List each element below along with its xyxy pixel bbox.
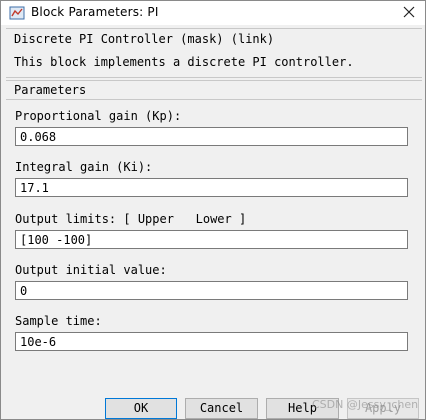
ki-label: Integral gain (Ki):	[15, 160, 153, 174]
close-icon	[403, 6, 415, 21]
ki-input[interactable]	[15, 178, 408, 197]
block-description: This block implements a discrete PI cont…	[14, 55, 354, 69]
initial-value-label: Output initial value:	[15, 263, 167, 277]
parameters-group: Parameters Proportional gain (Kp): Integ…	[6, 80, 422, 361]
parameters-title: Parameters	[14, 83, 87, 97]
title-bar[interactable]: Block Parameters: PI	[1, 1, 425, 25]
ok-button[interactable]: OK	[105, 398, 177, 419]
initial-value-input[interactable]	[15, 281, 408, 300]
kp-input[interactable]	[15, 127, 408, 146]
simulink-block-icon	[9, 5, 25, 21]
output-limits-input[interactable]	[15, 230, 408, 249]
cancel-button[interactable]: Cancel	[185, 398, 258, 419]
window-title: Block Parameters: PI	[31, 5, 159, 19]
kp-label: Proportional gain (Kp):	[15, 109, 182, 123]
csdn-watermark: CSDN @Jessy_chen	[312, 398, 419, 411]
sample-time-label: Sample time:	[15, 314, 102, 328]
sample-time-input[interactable]	[15, 332, 408, 351]
mask-type-title: Discrete PI Controller (mask) (link)	[14, 32, 275, 46]
close-button[interactable]	[393, 1, 425, 25]
block-parameters-dialog: Block Parameters: PI Discrete PI Control…	[0, 0, 426, 420]
description-group: Discrete PI Controller (mask) (link) Thi…	[6, 28, 422, 78]
parameters-divider	[6, 99, 422, 100]
output-limits-label: Output limits: [ Upper Lower ]	[15, 212, 247, 226]
